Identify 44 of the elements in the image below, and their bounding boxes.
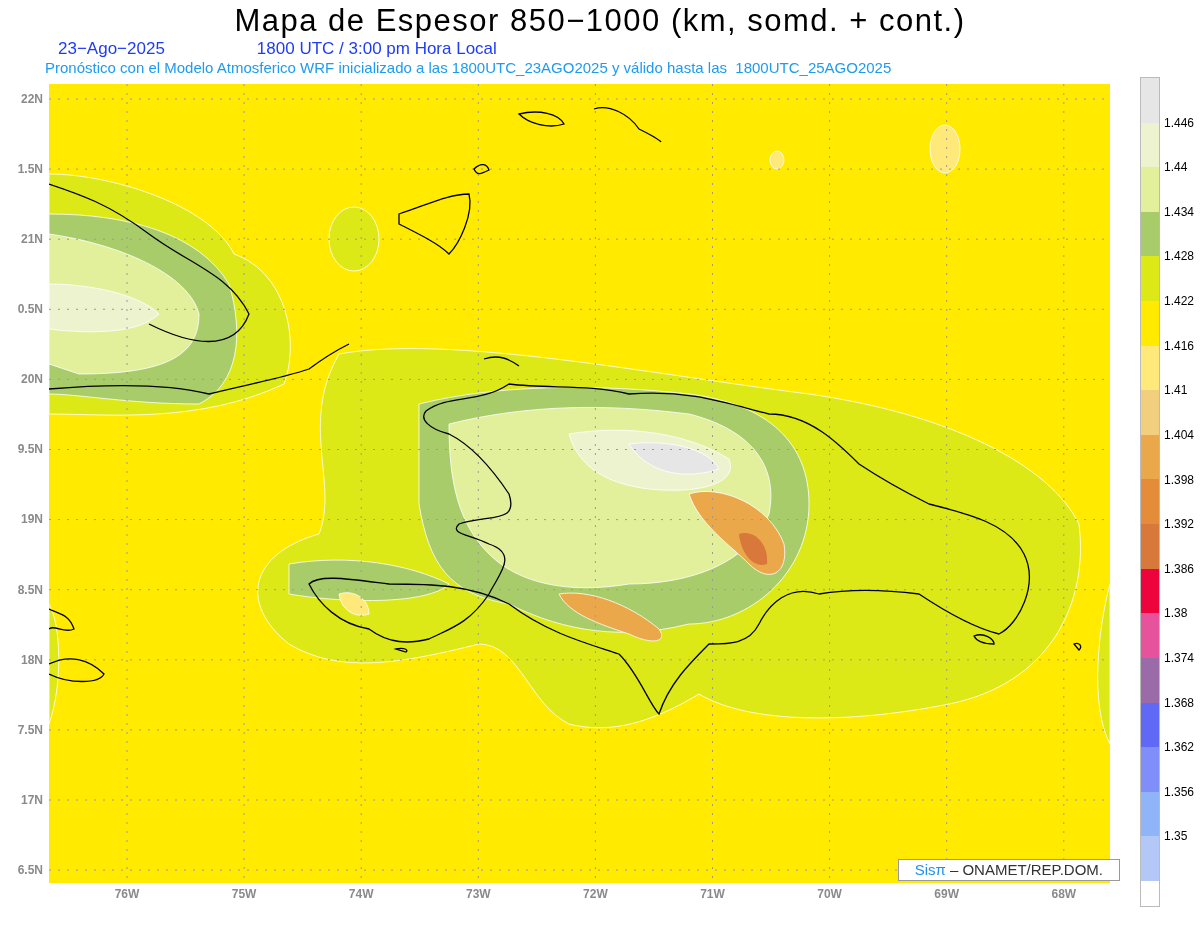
colorbar-label: 1.368 <box>1164 695 1195 710</box>
longitude-label: 76W <box>114 887 140 901</box>
longitude-label: 69W <box>934 887 960 901</box>
credit-text: – ONAMET/REP.DOM. <box>949 861 1103 879</box>
latitude-label: 22N <box>21 92 43 106</box>
colorbar-label: 1.392 <box>1164 517 1195 532</box>
longitude-label: 71W <box>700 887 725 901</box>
colorbar-label: 1.356 <box>1164 784 1195 799</box>
colorbar-label: 1.428 <box>1164 249 1195 264</box>
colorbar-label: 1.422 <box>1164 294 1195 309</box>
colorbar-label: 1.416 <box>1164 338 1195 353</box>
colorbar-label: 1.374 <box>1164 650 1195 665</box>
longitude-label: 72W <box>583 887 608 901</box>
latitude-label: 9.5N <box>17 442 43 457</box>
colorbar-label: 1.44 <box>1164 160 1188 175</box>
latitude-label: 6.5N <box>17 862 43 877</box>
forecast-subtitle: Pronóstico con el Modelo Atmosferico WRF inicializado a las 1800UTC_23AGO2025 y válido hasta las 1800UTC_25AGO2025 <box>45 59 892 76</box>
latitude-label: 21N <box>21 232 43 247</box>
map-title: Mapa de Espesor 850−1000 (km, somd. + cont.) <box>234 2 966 40</box>
latitude-label: 18N <box>21 652 43 667</box>
colorbar-label: 1.386 <box>1164 561 1195 576</box>
latitude-label: 0.5N <box>17 302 43 317</box>
colorbar-label: 1.404 <box>1164 427 1195 442</box>
colorbar-label: 1.35 <box>1164 829 1188 844</box>
latitude-label: 19N <box>21 512 43 527</box>
colorbar-label: 1.41 <box>1164 383 1188 398</box>
forecast-date: 23−Ago−2025 <box>58 40 165 58</box>
latitude-label: 8.5N <box>17 582 43 597</box>
longitude-label: 75W <box>231 887 257 901</box>
forecast-time: 1800 UTC / 3:00 pm Hora Local <box>256 40 497 58</box>
credit-logo: Sisπ <box>914 861 946 879</box>
latitude-label: 1.5N <box>17 162 43 177</box>
latitude-label: 17N <box>21 792 43 807</box>
longitude-label: 68W <box>1051 887 1077 901</box>
latitude-label: 20N <box>21 372 43 387</box>
colorbar-label: 1.362 <box>1164 740 1195 755</box>
latitude-label: 7.5N <box>17 722 43 737</box>
longitude-label: 74W <box>348 887 374 901</box>
colorbar-label: 1.446 <box>1164 115 1195 130</box>
longitude-label: 70W <box>817 887 842 901</box>
colorbar-label: 1.38 <box>1164 606 1188 621</box>
colorbar-label: 1.434 <box>1164 204 1195 219</box>
longitude-label: 73W <box>465 887 491 901</box>
colorbar-label: 1.398 <box>1164 472 1195 487</box>
